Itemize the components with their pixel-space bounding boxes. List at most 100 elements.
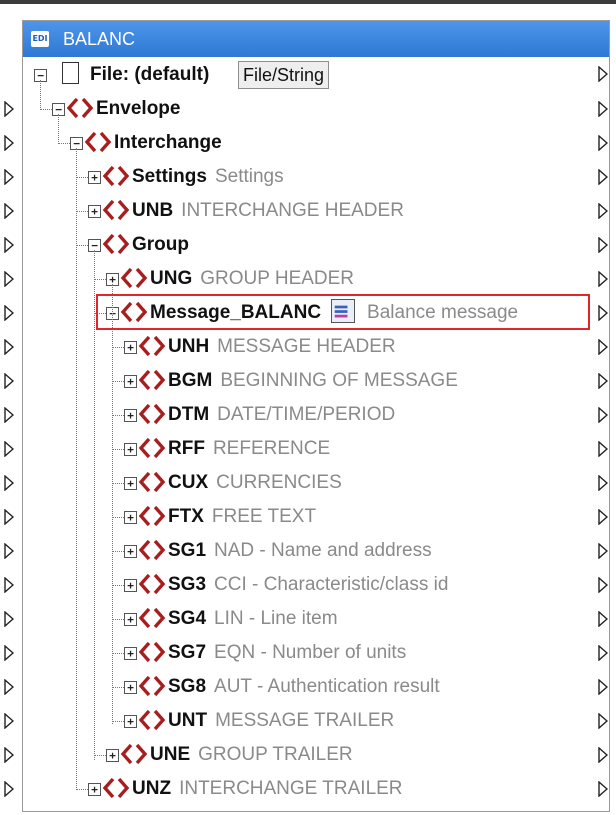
- expand-toggle-icon[interactable]: +: [88, 783, 101, 796]
- output-connector-icon[interactable]: [598, 101, 608, 117]
- tree-row-group[interactable]: − Group: [88, 228, 590, 262]
- input-connector-icon[interactable]: [4, 271, 14, 287]
- expand-toggle-icon[interactable]: +: [124, 681, 137, 694]
- element-tag-icon: [102, 199, 130, 221]
- tree-row-unz[interactable]: + UNZ INTERCHANGE TRAILER: [88, 772, 590, 806]
- element-tag-icon: [138, 573, 166, 595]
- output-connector-icon[interactable]: [598, 543, 608, 559]
- expand-toggle-icon[interactable]: +: [124, 443, 137, 456]
- expand-toggle-icon[interactable]: +: [124, 545, 137, 558]
- input-connector-icon[interactable]: [4, 203, 14, 219]
- output-connector-icon[interactable]: [598, 169, 608, 185]
- expand-toggle-icon[interactable]: +: [124, 409, 137, 422]
- output-connector-icon[interactable]: [598, 305, 608, 321]
- element-description: GROUP HEADER: [200, 268, 355, 289]
- element-description: EQN - Number of units: [214, 642, 407, 663]
- output-connector-icon[interactable]: [598, 679, 608, 695]
- tree-row-bgm[interactable]: + BGM BEGINNING OF MESSAGE: [124, 364, 590, 398]
- output-connector-icon[interactable]: [598, 373, 608, 389]
- tree-row-sg1[interactable]: + SG1 NAD - Name and address: [124, 534, 590, 568]
- expand-toggle-icon[interactable]: +: [88, 205, 101, 218]
- input-connector-icon[interactable]: [4, 543, 14, 559]
- input-connector-icon[interactable]: [4, 339, 14, 355]
- expand-toggle-icon[interactable]: +: [124, 579, 137, 592]
- expand-toggle-icon[interactable]: +: [124, 511, 137, 524]
- tree-row-cux[interactable]: + CUX CURRENCIES: [124, 466, 590, 500]
- tree-guide-line: [76, 177, 88, 178]
- file-row[interactable]: − File: (default) File/String: [34, 58, 594, 92]
- element-name-text: Envelope: [96, 98, 181, 119]
- input-connector-icon[interactable]: [4, 407, 14, 423]
- output-connector-icon[interactable]: [598, 135, 608, 151]
- input-connector-icon[interactable]: [4, 611, 14, 627]
- element-tag-icon: [138, 539, 166, 561]
- tree-row-sg3[interactable]: + SG3 CCI - Characteristic/class id: [124, 568, 590, 602]
- expand-toggle-icon[interactable]: +: [124, 341, 137, 354]
- input-connector-icon[interactable]: [4, 781, 14, 797]
- input-connector-icon[interactable]: [4, 373, 14, 389]
- output-connector-icon[interactable]: [598, 339, 608, 355]
- tree-row-sg7[interactable]: + SG7 EQN - Number of units: [124, 636, 590, 670]
- tree-row-ung[interactable]: + UNG GROUP HEADER: [106, 262, 590, 296]
- output-connector-icon[interactable]: [598, 475, 608, 491]
- tree-row-une[interactable]: + UNE GROUP TRAILER: [106, 738, 590, 772]
- input-connector-icon[interactable]: [4, 713, 14, 729]
- input-connector-icon[interactable]: [4, 645, 14, 661]
- output-connector-icon[interactable]: [598, 66, 608, 82]
- element-tag-icon: [138, 403, 166, 425]
- output-connector-icon[interactable]: [598, 271, 608, 287]
- output-connector-icon[interactable]: [598, 407, 608, 423]
- tree-guide-line: [94, 279, 106, 280]
- element-name: UNZ INTERCHANGE TRAILER: [132, 772, 403, 806]
- tree-row-sg8[interactable]: + SG8 AUT - Authentication result: [124, 670, 590, 704]
- expand-toggle-icon[interactable]: +: [88, 171, 101, 184]
- tree-row-envelope[interactable]: − Envelope: [52, 92, 590, 126]
- output-connector-icon[interactable]: [598, 577, 608, 593]
- expand-toggle-icon[interactable]: +: [124, 715, 137, 728]
- element-name-text: SG7: [168, 642, 207, 663]
- input-connector-icon[interactable]: [4, 441, 14, 457]
- element-name-text: CUX: [168, 472, 209, 493]
- tree-row-interchange[interactable]: − Interchange: [70, 126, 590, 160]
- tree-row-unt[interactable]: + UNT MESSAGE TRAILER: [124, 704, 590, 738]
- file-string-button[interactable]: File/String: [238, 61, 330, 89]
- output-connector-icon[interactable]: [598, 237, 608, 253]
- input-connector-icon[interactable]: [4, 577, 14, 593]
- component-title: BALANC: [63, 29, 136, 49]
- output-connector-icon[interactable]: [598, 611, 608, 627]
- expand-toggle-icon[interactable]: +: [124, 613, 137, 626]
- tree-guide-line: [76, 245, 88, 246]
- tree-row-unb[interactable]: + UNB INTERCHANGE HEADER: [88, 194, 590, 228]
- tree-row-sg4[interactable]: + SG4 LIN - Line item: [124, 602, 590, 636]
- input-connector-icon[interactable]: [4, 509, 14, 525]
- input-connector-icon[interactable]: [4, 237, 14, 253]
- element-tag-icon: [120, 267, 148, 289]
- output-connector-icon[interactable]: [598, 713, 608, 729]
- input-connector-icon[interactable]: [4, 101, 14, 117]
- input-connector-icon[interactable]: [4, 305, 14, 321]
- output-connector-icon[interactable]: [598, 203, 608, 219]
- tree-row-dtm[interactable]: + DTM DATE/TIME/PERIOD: [124, 398, 590, 432]
- expand-toggle-icon[interactable]: +: [124, 375, 137, 388]
- tree-row-settings[interactable]: + Settings Settings: [88, 160, 590, 194]
- output-connector-icon[interactable]: [598, 441, 608, 457]
- tree-row-ftx[interactable]: + FTX FREE TEXT: [124, 500, 590, 534]
- expand-toggle-icon[interactable]: +: [106, 749, 119, 762]
- input-connector-icon[interactable]: [4, 747, 14, 763]
- tree-row-rff[interactable]: + RFF REFERENCE: [124, 432, 590, 466]
- output-connector-icon[interactable]: [598, 747, 608, 763]
- element-tag-icon: [102, 165, 130, 187]
- output-connector-icon[interactable]: [598, 781, 608, 797]
- element-name-text: UNE: [150, 744, 191, 765]
- input-connector-icon[interactable]: [4, 169, 14, 185]
- output-connector-icon[interactable]: [598, 509, 608, 525]
- expand-toggle-icon[interactable]: +: [124, 647, 137, 660]
- output-connector-icon[interactable]: [598, 645, 608, 661]
- input-connector-icon[interactable]: [4, 679, 14, 695]
- edi-icon: EDI: [31, 31, 49, 47]
- tree-row-unh[interactable]: + UNH MESSAGE HEADER: [124, 330, 590, 364]
- input-connector-icon[interactable]: [4, 475, 14, 491]
- input-connector-icon[interactable]: [4, 135, 14, 151]
- component-titlebar[interactable]: EDI BALANC: [23, 21, 609, 57]
- expand-toggle-icon[interactable]: +: [124, 477, 137, 490]
